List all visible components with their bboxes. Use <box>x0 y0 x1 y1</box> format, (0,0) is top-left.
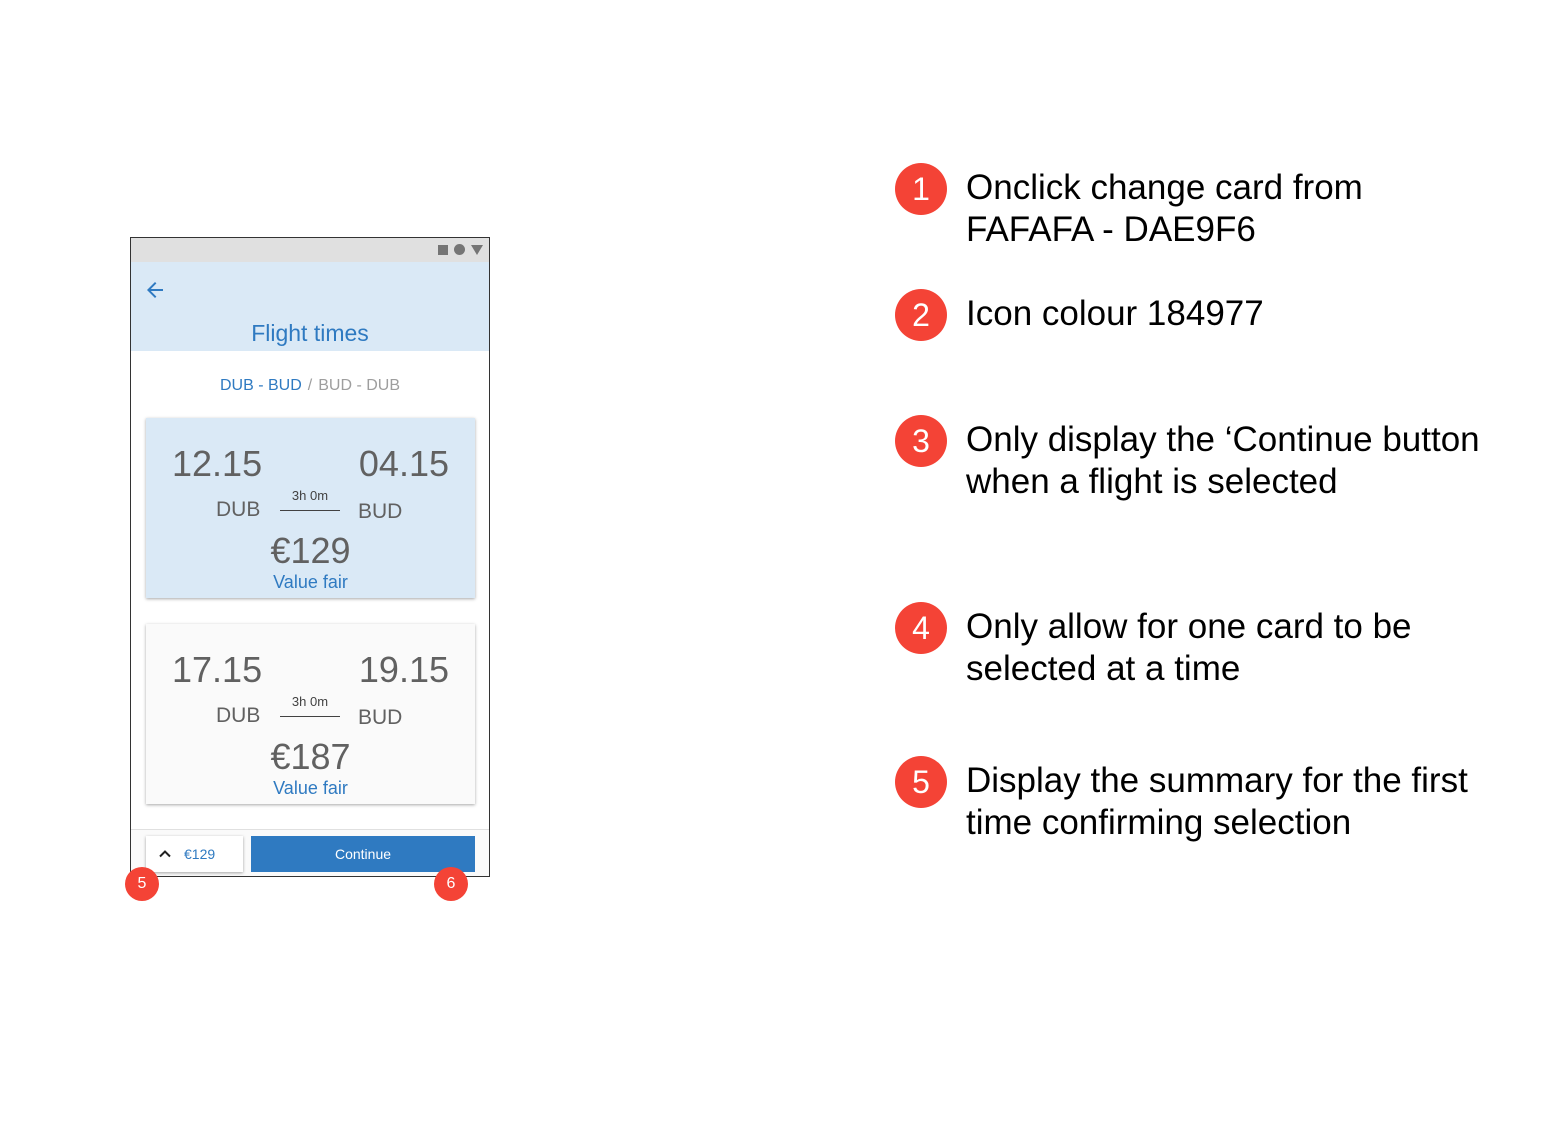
status-icons <box>438 244 483 255</box>
note-number-badge: 3 <box>895 415 947 467</box>
segment-return[interactable]: BUD - DUB <box>318 377 400 394</box>
status-bar <box>131 238 489 262</box>
flight-card-selected[interactable]: 12.15 04.15 DUB 3h 0m BUD €129 Value fai… <box>146 418 475 598</box>
route-segments: DUB - BUD / BUD - DUB <box>131 377 489 395</box>
note-text: Onclick change card from FAFAFA - DAE9F6 <box>966 168 1363 249</box>
flight-card[interactable]: 17.15 19.15 DUB 3h 0m BUD €187 Value fai… <box>146 624 475 804</box>
note-number-badge: 2 <box>895 289 947 341</box>
departure-code: DUB <box>216 704 261 727</box>
arrival-code: BUD <box>358 706 403 729</box>
bottom-bar: €129 Continue <box>131 829 489 876</box>
square-icon <box>438 244 448 255</box>
app-bar: Flight times <box>131 262 489 351</box>
annotation-marker: 5 <box>125 867 159 901</box>
departure-time: 17.15 <box>172 649 263 690</box>
continue-button[interactable]: Continue <box>251 836 475 872</box>
arrival-time: 19.15 <box>358 649 449 690</box>
note-number-badge: 5 <box>895 756 947 808</box>
summary-price: €129 <box>184 846 216 862</box>
departure-time: 12.15 <box>172 443 263 484</box>
page-title: Flight times <box>251 320 369 346</box>
departure-code: DUB <box>216 498 261 521</box>
arrival-code: BUD <box>358 500 403 523</box>
segment-outbound[interactable]: DUB - BUD <box>220 377 302 394</box>
note-text: Only display the ‘Continue button when a… <box>966 420 1480 501</box>
segment-separator: / <box>307 377 313 394</box>
arrival-time: 04.15 <box>358 443 449 484</box>
circle-icon <box>454 244 465 255</box>
note-number-badge: 4 <box>895 602 947 654</box>
triangle-icon <box>471 244 483 255</box>
chevron-up-icon <box>159 850 171 858</box>
note-text: Display the summary for the first time c… <box>966 761 1468 842</box>
fare-type: Value fair <box>273 572 348 592</box>
duration-divider <box>280 716 340 717</box>
annotation-marker: 6 <box>434 867 468 901</box>
note-number-badge: 1 <box>895 163 947 215</box>
flight-price: €129 <box>270 530 351 571</box>
duration-divider <box>280 510 340 511</box>
flight-price: €187 <box>270 736 351 777</box>
summary-toggle-button[interactable]: €129 <box>146 836 243 872</box>
note-text: Icon colour 184977 <box>966 294 1264 333</box>
flight-duration: 3h 0m <box>291 488 329 503</box>
note-text: Only allow for one card to be selected a… <box>966 607 1412 688</box>
phone-mockup: Flight times DUB - BUD / BUD - DUB 12.15 0… <box>130 237 490 877</box>
flight-duration: 3h 0m <box>291 694 329 709</box>
fare-type: Value fair <box>273 778 348 798</box>
arrow-back-icon <box>147 282 163 298</box>
back-button[interactable] <box>143 278 167 302</box>
